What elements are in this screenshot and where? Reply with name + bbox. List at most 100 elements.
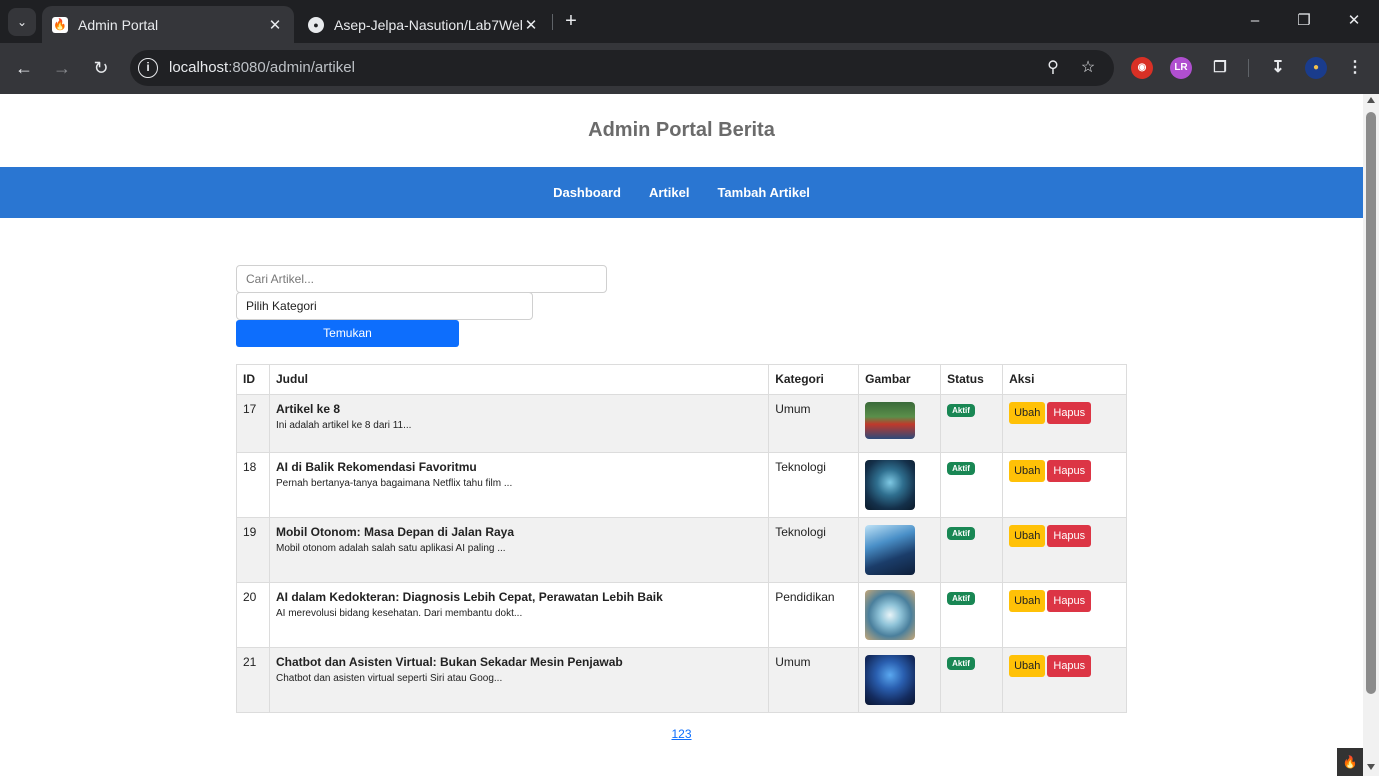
cell-aksi: Ubah Hapus bbox=[1002, 394, 1127, 453]
articles-table: ID Judul Kategori Gambar Status Aksi 17 … bbox=[236, 364, 1127, 713]
cell-id: 18 bbox=[236, 452, 270, 518]
search-input[interactable] bbox=[236, 265, 607, 293]
close-window-icon[interactable]: ✕ bbox=[1339, 8, 1369, 34]
nav-tambah-artikel[interactable]: Tambah Artikel bbox=[717, 185, 809, 200]
scroll-thumb[interactable] bbox=[1366, 112, 1376, 694]
cell-judul: Artikel ke 8 Ini adalah artikel ke 8 dar… bbox=[268, 394, 770, 453]
cell-judul: AI dalam Kedokteran: Diagnosis Lebih Cep… bbox=[268, 582, 770, 648]
extension-red-icon[interactable]: ◉ bbox=[1131, 57, 1153, 79]
table-row: 17 Artikel ke 8 Ini adalah artikel ke 8 … bbox=[236, 394, 1127, 453]
delete-button[interactable]: Hapus bbox=[1047, 525, 1092, 547]
cell-status: Aktif bbox=[940, 452, 1004, 518]
table-row: 20 AI dalam Kedokteran: Diagnosis Lebih … bbox=[236, 582, 1127, 648]
header-gambar: Gambar bbox=[858, 364, 942, 395]
close-tab-icon[interactable]: ✕ bbox=[522, 16, 540, 34]
scroll-up-arrow-icon[interactable] bbox=[1367, 97, 1375, 103]
cell-judul: Chatbot dan Asisten Virtual: Bukan Sekad… bbox=[268, 647, 770, 713]
tab-search-dropdown-icon[interactable]: ⌄ bbox=[8, 8, 36, 36]
site-header: Admin Portal Berita bbox=[0, 94, 1363, 167]
cell-kategori: Umum bbox=[768, 647, 860, 713]
article-thumbnail bbox=[865, 460, 916, 510]
new-tab-icon[interactable]: + bbox=[560, 10, 582, 32]
browser-toolbar: ← → ↻ i localhost:8080/admin/artikel ⚲ ☆… bbox=[0, 43, 1379, 94]
url-text: localhost:8080/admin/artikel bbox=[169, 59, 355, 76]
header-id: ID bbox=[236, 364, 270, 395]
article-thumbnail bbox=[865, 655, 916, 705]
scroll-down-arrow-icon[interactable] bbox=[1367, 764, 1375, 770]
site-info-icon[interactable]: i bbox=[138, 58, 158, 78]
minimize-icon[interactable]: – bbox=[1240, 8, 1270, 34]
menu-dots-icon[interactable]: ⋮ bbox=[1344, 57, 1366, 79]
cell-kategori: Pendidikan bbox=[768, 582, 860, 648]
tab-title: Asep-Jelpa-Nasution/Lab7Web bbox=[334, 16, 522, 33]
tab-admin-portal[interactable]: 🔥 Admin Portal ✕ bbox=[42, 6, 294, 43]
forward-icon[interactable]: → bbox=[49, 55, 75, 81]
article-title: Mobil Otonom: Masa Depan di Jalan Raya bbox=[275, 525, 515, 539]
nav-dashboard[interactable]: Dashboard bbox=[553, 185, 621, 200]
delete-button[interactable]: Hapus bbox=[1047, 655, 1092, 677]
status-badge: Aktif bbox=[947, 462, 975, 475]
cell-gambar bbox=[858, 394, 942, 453]
cell-judul: AI di Balik Rekomendasi Favoritmu Pernah… bbox=[268, 452, 770, 518]
cell-id: 17 bbox=[236, 394, 270, 453]
nav-artikel[interactable]: Artikel bbox=[649, 185, 689, 200]
article-excerpt: Mobil otonom adalah salah satu aplikasi … bbox=[275, 543, 506, 554]
profile-avatar-icon[interactable]: ● bbox=[1305, 57, 1327, 79]
edit-button[interactable]: Ubah bbox=[1009, 655, 1046, 677]
zoom-icon[interactable]: ⚲ bbox=[1041, 56, 1065, 80]
delete-button[interactable]: Hapus bbox=[1047, 402, 1092, 424]
article-title: Artikel ke 8 bbox=[275, 402, 341, 416]
reload-icon[interactable]: ↻ bbox=[88, 55, 114, 81]
restore-icon[interactable]: ❐ bbox=[1289, 8, 1319, 34]
extension-lr-icon[interactable]: LR bbox=[1170, 57, 1192, 79]
edit-button[interactable]: Ubah bbox=[1009, 460, 1046, 482]
article-thumbnail bbox=[865, 402, 916, 439]
cell-status: Aktif bbox=[940, 394, 1004, 453]
category-select[interactable]: Pilih Kategori bbox=[236, 292, 533, 320]
address-bar[interactable]: i localhost:8080/admin/artikel ⚲ ☆ bbox=[130, 50, 1114, 86]
edit-button[interactable]: Ubah bbox=[1009, 525, 1046, 547]
site-nav: Dashboard Artikel Tambah Artikel bbox=[0, 167, 1363, 218]
delete-button[interactable]: Hapus bbox=[1047, 590, 1092, 612]
back-icon[interactable]: ← bbox=[11, 55, 37, 81]
article-title: AI di Balik Rekomendasi Favoritmu bbox=[275, 460, 477, 474]
article-title: Chatbot dan Asisten Virtual: Bukan Sekad… bbox=[275, 655, 623, 669]
pagination-links[interactable]: 123 bbox=[671, 727, 691, 741]
tab-github[interactable]: ● Asep-Jelpa-Nasution/Lab7Web ✕ bbox=[298, 6, 550, 43]
extensions-puzzle-icon[interactable]: ❐ bbox=[1209, 57, 1231, 79]
table-row: 19 Mobil Otonom: Masa Depan di Jalan Ray… bbox=[236, 517, 1127, 583]
bookmark-star-icon[interactable]: ☆ bbox=[1076, 56, 1100, 80]
page-scrollbar[interactable] bbox=[1363, 94, 1379, 776]
article-excerpt: Chatbot dan asisten virtual seperti Siri… bbox=[275, 673, 503, 684]
download-icon[interactable]: ↧ bbox=[1267, 57, 1289, 79]
cell-status: Aktif bbox=[940, 582, 1004, 648]
article-excerpt: Pernah bertanya-tanya bagaimana Netflix … bbox=[275, 478, 513, 489]
header-judul: Judul bbox=[268, 364, 770, 395]
cell-kategori: Teknologi bbox=[768, 452, 860, 518]
browser-tab-bar: ⌄ 🔥 Admin Portal ✕ ● Asep-Jelpa-Nasution… bbox=[0, 0, 1379, 43]
cell-aksi: Ubah Hapus bbox=[1002, 647, 1127, 713]
site-title: Admin Portal Berita bbox=[588, 119, 775, 141]
toolbar-divider bbox=[1248, 59, 1249, 77]
edit-button[interactable]: Ubah bbox=[1009, 402, 1046, 424]
article-thumbnail bbox=[865, 590, 916, 640]
cell-id: 21 bbox=[236, 647, 270, 713]
pagination: 123 bbox=[0, 727, 1363, 741]
edit-button[interactable]: Ubah bbox=[1009, 590, 1046, 612]
search-button[interactable]: Temukan bbox=[236, 320, 459, 347]
cell-aksi: Ubah Hapus bbox=[1002, 452, 1127, 518]
header-aksi: Aksi bbox=[1002, 364, 1127, 395]
close-tab-icon[interactable]: ✕ bbox=[266, 16, 284, 34]
codeigniter-debug-toolbar-icon[interactable]: 🔥 bbox=[1337, 748, 1363, 776]
table-row: 18 AI di Balik Rekomendasi Favoritmu Per… bbox=[236, 452, 1127, 518]
cell-kategori: Umum bbox=[768, 394, 860, 453]
tab-title: Admin Portal bbox=[78, 16, 159, 33]
url-path: :8080/admin/artikel bbox=[228, 59, 355, 76]
header-kategori: Kategori bbox=[768, 364, 860, 395]
delete-button[interactable]: Hapus bbox=[1047, 460, 1092, 482]
tab-divider bbox=[552, 14, 553, 30]
cell-id: 20 bbox=[236, 582, 270, 648]
codeigniter-icon: 🔥 bbox=[52, 16, 68, 33]
cell-kategori: Teknologi bbox=[768, 517, 860, 583]
table-header-row: ID Judul Kategori Gambar Status Aksi bbox=[236, 364, 1127, 395]
